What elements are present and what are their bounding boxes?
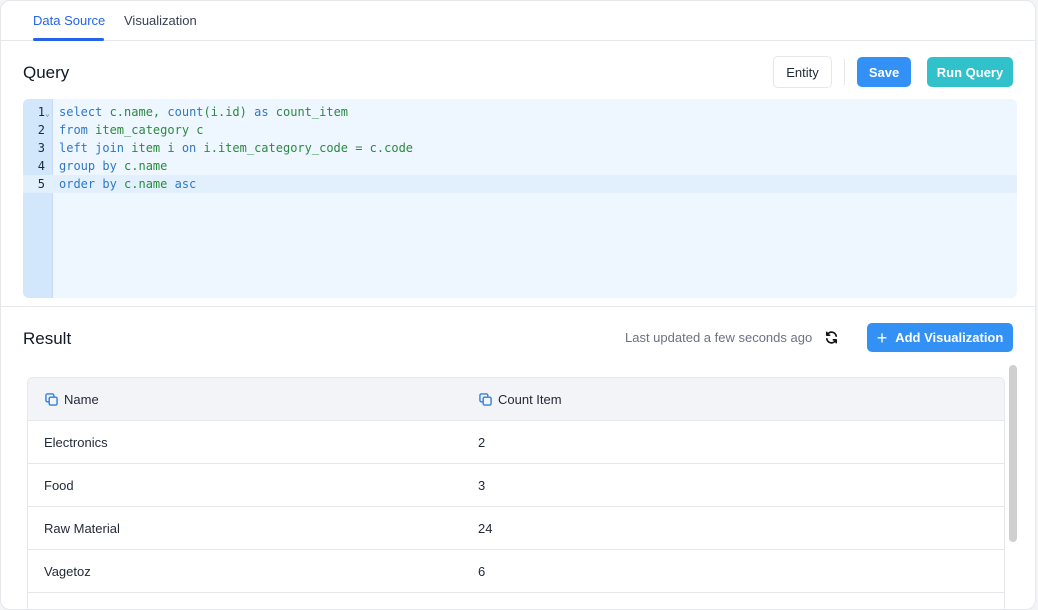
cell-count-item: 6 bbox=[478, 564, 486, 579]
sql-keyword: group by bbox=[59, 159, 117, 173]
column-header-count-item[interactable]: Count Item bbox=[479, 392, 562, 407]
save-button[interactable]: Save bbox=[857, 57, 911, 87]
cell-name: Electronics bbox=[44, 435, 108, 450]
add-visualization-label: Add Visualization bbox=[895, 330, 1004, 345]
code-line[interactable]: 3 left join item i on i.item_category_cod… bbox=[23, 139, 1017, 157]
code-text: order by c.name asc bbox=[59, 175, 196, 193]
active-tab-indicator bbox=[33, 38, 104, 41]
code-line[interactable]: 1 ⌄ select c.name, count(i.id) as count_it… bbox=[23, 103, 1017, 121]
table-row[interactable]: Raw Material 24 bbox=[28, 507, 1004, 550]
toolbar-divider bbox=[844, 59, 845, 85]
line-number: 3 bbox=[37, 141, 45, 155]
table-header: Name Count Item bbox=[28, 378, 1004, 421]
copy-icon bbox=[45, 393, 58, 406]
sql-keyword: from bbox=[59, 123, 88, 137]
tab-visualization[interactable]: Visualization bbox=[124, 13, 197, 28]
sql-keyword: as bbox=[254, 105, 269, 119]
table-row[interactable]: Vagetoz 6 bbox=[28, 550, 1004, 593]
sql-code-editor[interactable]: 1 ⌄ select c.name, count(i.id) as count_it… bbox=[23, 99, 1017, 298]
code-line[interactable]: 4 group by c.name bbox=[23, 157, 1017, 175]
sql-identifier: c.name bbox=[116, 177, 175, 191]
sql-keyword: count bbox=[167, 105, 204, 119]
line-number: 2 bbox=[37, 123, 45, 137]
sql-identifier: item i bbox=[124, 141, 182, 155]
table-row[interactable]: Food 3 bbox=[28, 464, 1004, 507]
query-section-title: Query bbox=[23, 63, 70, 82]
sql-identifier: c.name bbox=[116, 159, 168, 173]
cell-count-item: 3 bbox=[478, 478, 486, 493]
add-visualization-button[interactable]: + Add Visualization bbox=[867, 323, 1013, 352]
sql-identifier: item_category c bbox=[87, 123, 204, 137]
sql-keyword: left join bbox=[59, 141, 125, 155]
table-row[interactable]: Electronics 2 bbox=[28, 421, 1004, 464]
run-query-button[interactable]: Run Query bbox=[927, 57, 1013, 87]
last-updated-text: Last updated a few seconds ago bbox=[625, 330, 813, 345]
sql-identifier: c.name, bbox=[102, 105, 168, 119]
cell-count-item: 2 bbox=[478, 435, 486, 450]
copy-icon bbox=[479, 393, 492, 406]
sql-keyword: select bbox=[59, 105, 103, 119]
sql-keyword: on bbox=[181, 141, 197, 155]
result-table: Name Count Item Electronics 2 Food 3 Raw Mat… bbox=[27, 377, 1005, 609]
sql-keyword: asc bbox=[174, 177, 197, 191]
code-line[interactable]: 5 order by c.name asc bbox=[23, 175, 1017, 193]
cell-count-item: 24 bbox=[478, 521, 493, 536]
result-scrollbar[interactable] bbox=[1009, 365, 1017, 542]
sql-identifier: (i.id) bbox=[203, 105, 255, 119]
code-line[interactable]: 2 from item_category c bbox=[23, 121, 1017, 139]
sql-identifier: count_item bbox=[268, 105, 349, 119]
line-number: 1 bbox=[37, 105, 45, 119]
column-header-name[interactable]: Name bbox=[45, 392, 99, 407]
entity-button[interactable]: Entity bbox=[773, 56, 832, 88]
cell-name: Raw Material bbox=[44, 521, 120, 536]
plus-icon: + bbox=[876, 327, 888, 348]
column-header-label: Name bbox=[64, 392, 99, 407]
column-header-label: Count Item bbox=[498, 392, 562, 407]
result-section-title: Result bbox=[23, 329, 72, 348]
cell-name: Food bbox=[44, 478, 74, 493]
code-text: select c.name, count(i.id) as count_item bbox=[59, 103, 348, 121]
sql-identifier: i.item_category_code = c.code bbox=[196, 141, 414, 155]
sql-keyword: order by bbox=[59, 177, 117, 191]
section-divider bbox=[1, 306, 1035, 307]
code-text: left join item i on i.item_category_code… bbox=[59, 139, 413, 157]
refresh-icon[interactable] bbox=[824, 330, 839, 345]
code-text: from item_category c bbox=[59, 121, 204, 139]
code-text: group by c.name bbox=[59, 157, 167, 175]
line-number: 4 bbox=[37, 159, 45, 173]
tab-bar: Data Source Visualization bbox=[1, 1, 1035, 41]
query-editor-panel: Data Source Visualization Query Entity S… bbox=[0, 0, 1036, 610]
line-number: 5 bbox=[37, 177, 45, 191]
tab-data-source[interactable]: Data Source bbox=[33, 13, 105, 28]
cell-name: Vagetoz bbox=[44, 564, 91, 579]
